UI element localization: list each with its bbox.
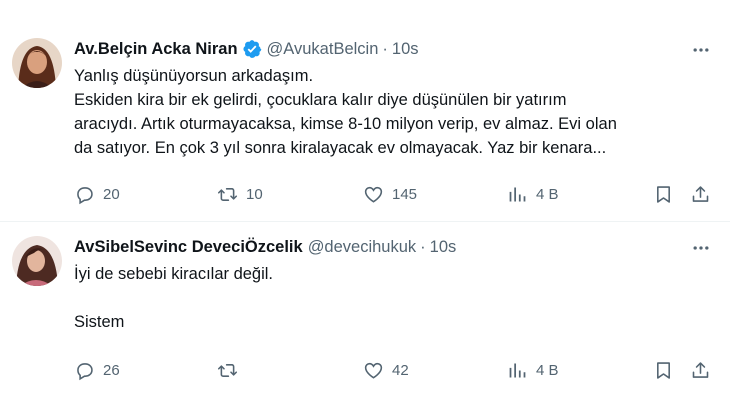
author-handle[interactable]: @devecihukuk (308, 238, 416, 257)
bookmark-icon (657, 185, 670, 203)
retweet-icon (217, 363, 238, 377)
reply-count: 26 (103, 361, 120, 379)
retweet-button[interactable]: 10 (217, 182, 263, 206)
separator-dot: · (382, 39, 388, 58)
avatar[interactable] (12, 38, 62, 88)
tweet-text-line: da satıyor. En çok 3 yıl sonra kiralayac… (74, 139, 607, 157)
views-button[interactable]: 4 B (507, 182, 559, 206)
timestamp[interactable]: 10s (430, 238, 457, 257)
author-name[interactable]: AvSibelSevinc DeveciÖzcelik (74, 238, 303, 257)
views-count: 4 B (536, 361, 559, 379)
tweet-text-line: aracıydı. Artık oturmayacaksa, kimse 8-1… (74, 115, 617, 133)
tweet-actions: 26 42 4 B (74, 358, 714, 382)
share-button[interactable] (690, 182, 711, 206)
author-handle[interactable]: @AvukatBelcin (267, 40, 379, 59)
tweet-header: AvSibelSevinc DeveciÖzcelik @devecihukuk… (74, 236, 456, 258)
more-options-icon[interactable] (690, 237, 712, 259)
tweet[interactable]: Av.Belçin Acka Niran @AvukatBelcin · 10s… (0, 0, 730, 222)
like-count: 145 (392, 185, 418, 203)
reply-button[interactable]: 20 (74, 182, 120, 206)
tweet-header: Av.Belçin Acka Niran @AvukatBelcin · 10s (74, 38, 419, 60)
like-button[interactable]: 42 (363, 358, 409, 382)
reply-button[interactable]: 26 (74, 358, 120, 382)
like-button[interactable]: 145 (363, 182, 417, 206)
bookmark-icon (657, 361, 670, 379)
timestamp[interactable]: 10s (392, 40, 419, 59)
tweet-text-line: Eskiden kira bir ek gelirdi, çocuklara k… (74, 91, 567, 109)
tweet-text-line: Sistem (74, 313, 125, 331)
bookmark-button[interactable] (653, 358, 674, 382)
avatar[interactable] (12, 236, 62, 286)
tweet[interactable]: AvSibelSevinc DeveciÖzcelik @devecihukuk… (0, 222, 730, 420)
tweet-text-line: İyi de sebebi kiracılar değil. (74, 265, 274, 283)
share-icon (692, 185, 709, 202)
tweet-actions: 20 10 145 4 B (74, 182, 714, 206)
heart-icon (364, 186, 383, 203)
tweet-text: İyi de sebebi kiracılar değil. Sistem (74, 262, 714, 334)
reply-count: 20 (103, 185, 120, 203)
like-count: 42 (392, 361, 409, 379)
tweet-text-line: Yanlış düşünüyorsun arkadaşım. (74, 67, 314, 85)
tweet-text: Yanlış düşünüyorsun arkadaşım. Eskiden k… (74, 64, 714, 160)
retweet-button[interactable] (217, 358, 246, 382)
share-icon (692, 361, 709, 378)
separator-dot: · (420, 237, 426, 256)
retweet-count: 10 (246, 185, 263, 203)
heart-icon (364, 362, 383, 379)
reply-icon (77, 186, 93, 204)
share-button[interactable] (690, 358, 711, 382)
retweet-icon (217, 187, 238, 201)
views-button[interactable]: 4 B (507, 358, 559, 382)
bookmark-button[interactable] (653, 182, 674, 206)
analytics-icon (509, 187, 526, 201)
verified-badge-icon (242, 39, 262, 59)
more-options-icon[interactable] (690, 39, 712, 61)
reply-icon (77, 362, 93, 380)
author-name[interactable]: Av.Belçin Acka Niran (74, 40, 238, 59)
views-count: 4 B (536, 185, 559, 203)
analytics-icon (509, 363, 526, 377)
